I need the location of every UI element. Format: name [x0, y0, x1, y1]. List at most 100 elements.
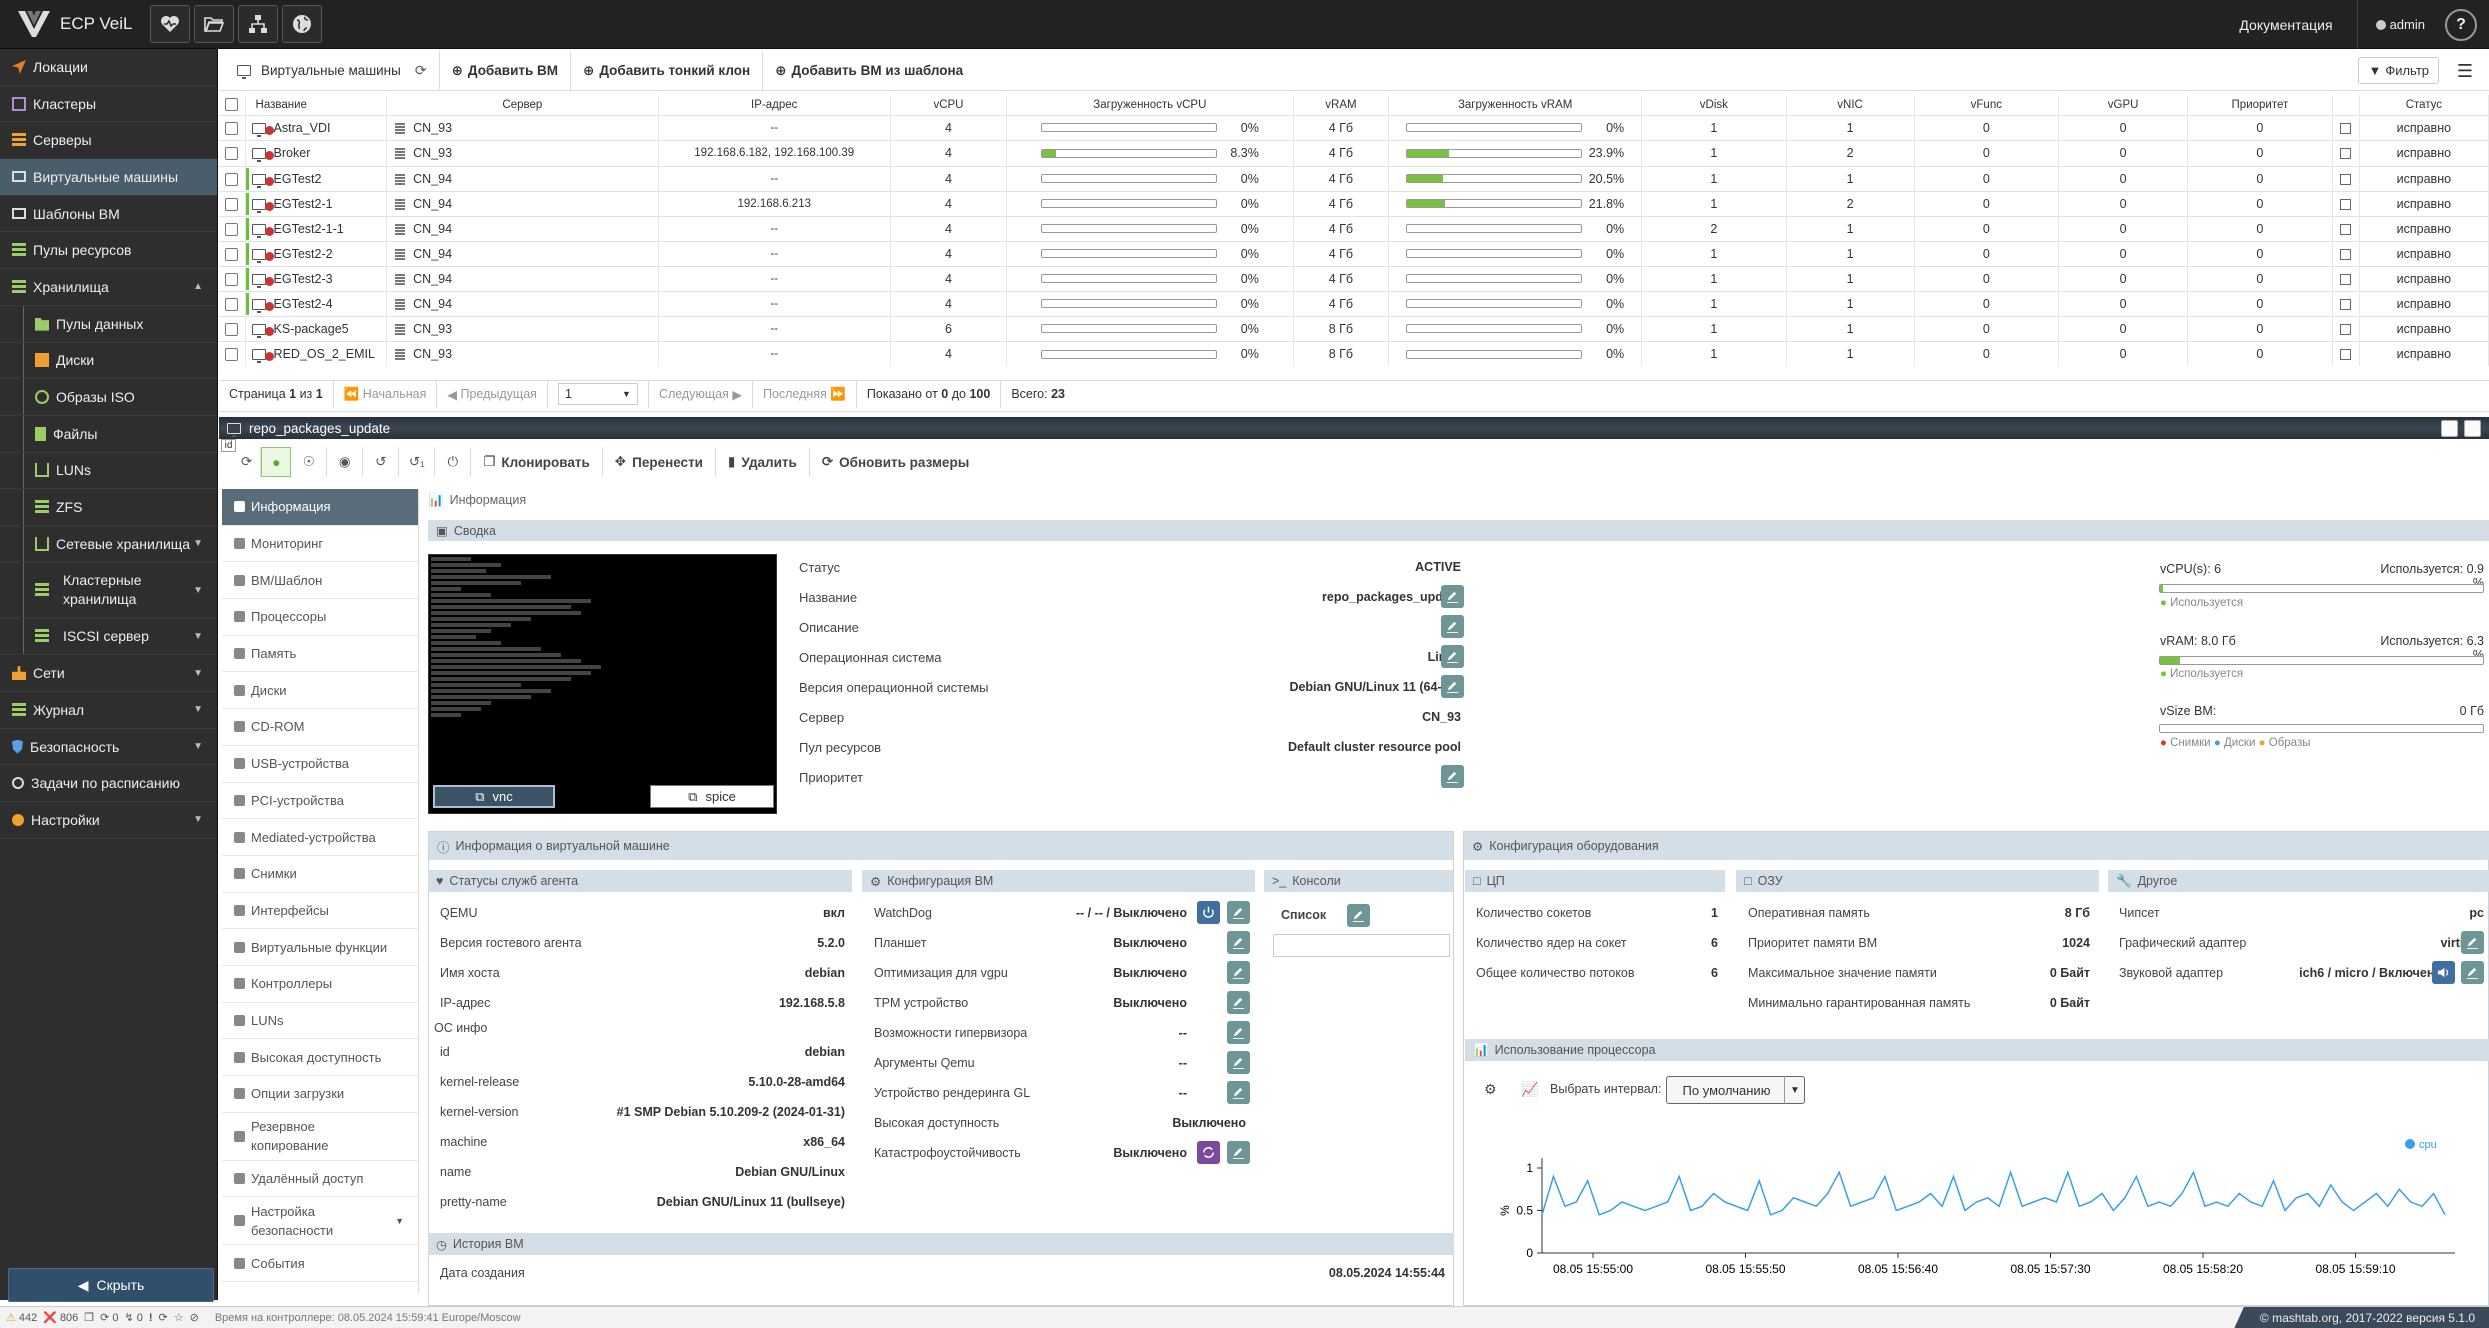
details-menu-item[interactable]: Опции загрузки	[222, 1076, 418, 1113]
vm-config-edit-button[interactable]	[1227, 901, 1250, 924]
col-vram[interactable]: vRAM	[1293, 95, 1390, 115]
add-from-template-button[interactable]: ⊕ Добавить ВМ из шаблона	[763, 51, 975, 91]
sidebar-item-networks[interactable]: Сети ▼	[0, 655, 217, 692]
window-restore-icon[interactable]	[2441, 420, 2458, 437]
row-checkbox[interactable]	[225, 272, 239, 286]
col-name[interactable]: Название	[245, 95, 388, 115]
vnc-button[interactable]: ⧉ vnc	[433, 785, 555, 808]
sidebar-item-journal[interactable]: Журнал ▼	[0, 692, 217, 729]
details-menu-item[interactable]: События	[222, 1245, 418, 1283]
row-checkbox[interactable]	[225, 172, 239, 186]
vm-config-edit-button[interactable]	[1227, 1081, 1250, 1104]
col-vnic[interactable]: vNIC	[1786, 95, 1915, 115]
watchdog-power-button[interactable]	[1197, 901, 1220, 924]
sidebar-item-clusters[interactable]: Кластеры	[0, 86, 217, 123]
details-menu-item[interactable]: Контроллеры	[222, 966, 418, 1003]
col-vcpu[interactable]: vCPU	[890, 95, 1008, 115]
table-row[interactable]: EGTest2-3 CN_94 -- 4 0% 4 Гб 0% 1 1 0 0 0 исправно	[219, 265, 2489, 291]
details-menu-item[interactable]: Удалённый доступ	[222, 1161, 418, 1198]
details-menu-item[interactable]: Процессоры	[222, 599, 418, 636]
row-checkbox[interactable]	[225, 297, 239, 311]
chevron-down-icon[interactable]: ▼	[1784, 1076, 1805, 1104]
sound-toggle-button[interactable]	[2432, 961, 2455, 984]
table-row[interactable]: Astra_VDI CN_93 -- 4 0% 4 Гб 0% 1 1 0 0 0 исправно	[219, 114, 2489, 140]
reboot-button[interactable]: ↺	[363, 447, 400, 477]
col-priority[interactable]: Приоритет	[2187, 95, 2333, 115]
table-row[interactable]: EGTest2 CN_94 -- 4 0% 4 Гб 20.5% 1 1 0 0 0 исправно	[219, 165, 2489, 191]
delete-button[interactable]: ▮ Удалить	[716, 447, 810, 477]
alerts-button[interactable]: !	[149, 1312, 153, 1324]
sidebar-item-servers[interactable]: Серверы	[0, 122, 217, 160]
gear-icon[interactable]	[2464, 420, 2481, 437]
col-cpu-load[interactable]: Загруженность vCPU	[1006, 95, 1294, 115]
sidebar-item-iso[interactable]: Образы ISO	[0, 379, 217, 416]
other-config-edit-button[interactable]	[2461, 931, 2484, 954]
sidebar-item-cluster-storage[interactable]: Кластерные хранилища ▼	[0, 563, 217, 619]
sidebar-item-files[interactable]: Файлы	[0, 416, 217, 453]
row-checkbox[interactable]	[225, 222, 239, 236]
start-button[interactable]: ●	[261, 447, 292, 477]
row-select-cell[interactable]	[219, 265, 246, 291]
vm-config-edit-button[interactable]	[1227, 991, 1250, 1014]
summary-edit-button[interactable]	[1441, 615, 1464, 638]
chart-settings-gear-icon[interactable]: ⚙	[1484, 1081, 1497, 1098]
first-page-button[interactable]: ⏪ Начальная	[334, 380, 438, 408]
tasks-counter[interactable]: ⟳ 0	[100, 1311, 118, 1325]
move-button[interactable]: ✥ Перенести	[603, 447, 716, 477]
spice-button[interactable]: ⧉ spice	[650, 785, 774, 808]
row-select-cell[interactable]	[219, 340, 246, 366]
pause-button[interactable]: ☉	[291, 447, 328, 477]
details-menu-item[interactable]: Mediated-устройства	[222, 819, 418, 856]
row-select-cell[interactable]	[219, 290, 246, 316]
details-menu-item[interactable]: Виртуальные функции	[222, 929, 418, 966]
sidebar-item-luns[interactable]: LUNs	[0, 453, 217, 490]
warnings-counter[interactable]: ⚠ 442	[6, 1311, 37, 1325]
sidebar-item-storage[interactable]: Хранилища ▲	[0, 269, 217, 306]
row-select-cell[interactable]	[219, 139, 246, 166]
details-menu-item[interactable]: Высокая доступность	[222, 1039, 418, 1076]
details-menu-item[interactable]: CD-ROM	[222, 709, 418, 746]
col-ip[interactable]: IP-адрес	[658, 95, 891, 115]
details-menu-item[interactable]: USB-устройства	[222, 746, 418, 783]
details-menu-item[interactable]: Настройка безопасности ▼	[222, 1197, 418, 1246]
row-checkbox[interactable]	[225, 247, 239, 261]
vm-config-edit-button[interactable]	[1227, 961, 1250, 984]
console-preview[interactable]	[428, 554, 777, 814]
other-config-edit-button[interactable]	[2461, 961, 2484, 984]
details-menu-item[interactable]: ВМ/Шаблон	[222, 562, 418, 600]
row-checkbox[interactable]	[225, 347, 239, 361]
refresh-icon[interactable]: ⟳	[415, 62, 427, 79]
select-all-cell[interactable]	[219, 95, 246, 115]
row-checkbox[interactable]	[225, 147, 239, 161]
clone-button[interactable]: ❐ Клонировать	[471, 447, 603, 477]
table-row[interactable]: EGTest2-1-1 CN_94 -- 4 0% 4 Гб 0% 2 1 0 0 0 исправно	[219, 215, 2489, 241]
vm-name-cell[interactable]: RED_OS_2_EMIL	[245, 340, 388, 366]
sidebar-item-security[interactable]: Безопасность ▼	[0, 729, 217, 766]
col-ram-load[interactable]: Загруженность vRAM	[1388, 95, 1643, 115]
favorites-button[interactable]: ☆	[174, 1311, 184, 1324]
sidebar-item-network-storage[interactable]: Сетевые хранилища ▼	[0, 526, 217, 563]
vm-name-cell[interactable]: EGTest2-3	[245, 265, 388, 291]
dr-sync-button[interactable]	[1197, 1141, 1220, 1164]
vm-name-cell[interactable]: KS-package5	[245, 315, 388, 341]
row-checkbox[interactable]	[225, 197, 239, 211]
line-chart-icon[interactable]: 📈	[1521, 1081, 1538, 1098]
files-button[interactable]	[194, 5, 234, 43]
health-button[interactable]	[150, 5, 190, 43]
details-menu-item[interactable]: Мониторинг	[222, 526, 418, 563]
add-vm-button[interactable]: ⊕ Добавить ВМ	[440, 50, 572, 91]
details-menu-item[interactable]: PCI-устройства	[222, 783, 418, 820]
vm-name-cell[interactable]: Broker	[245, 139, 388, 166]
details-menu-item[interactable]: Память	[222, 636, 418, 673]
next-page-button[interactable]: Следующая ▶	[647, 380, 753, 408]
vm-name-cell[interactable]: EGTest2-4	[245, 290, 388, 316]
row-select-cell[interactable]	[219, 114, 246, 140]
filter-button[interactable]: ▼ Фильтр	[2358, 57, 2439, 84]
sidebar-item-settings[interactable]: Настройки ▼	[0, 802, 217, 839]
page-select[interactable]: 1 ▼	[557, 383, 638, 405]
refresh-sizes-button[interactable]: ⟳ Обновить размеры	[810, 447, 981, 477]
add-thin-clone-button[interactable]: ⊕ Добавить тонкий клон	[571, 50, 764, 91]
vm-config-edit-button[interactable]	[1227, 1021, 1250, 1044]
summary-edit-button[interactable]	[1441, 585, 1464, 608]
col-vgpu[interactable]: vGPU	[2058, 95, 2189, 115]
